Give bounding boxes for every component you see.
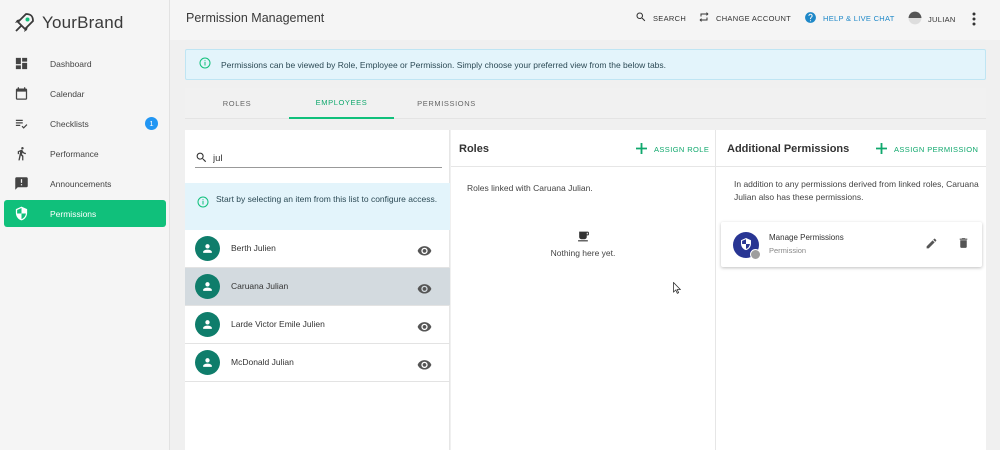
more-options-icon[interactable]: [972, 12, 976, 31]
sidebar-item-checklists[interactable]: Checklists 1: [4, 110, 166, 137]
employee-name: Berth Julien: [231, 243, 276, 253]
swap-icon: [698, 11, 716, 25]
page-title: Permission Management: [186, 11, 325, 25]
sidebar-item-label: Performance: [50, 148, 99, 159]
tab-employees[interactable]: EMPLOYEES: [289, 88, 394, 119]
sidebar-item-label: Announcements: [50, 178, 112, 189]
coffee-icon: [451, 230, 715, 243]
eye-icon[interactable]: [417, 243, 432, 261]
top-header: Permission Management SEARCH CHANGE ACCO…: [170, 0, 1000, 40]
selection-hint-text: Start by selecting an item from this lis…: [216, 194, 438, 204]
assign-role-button[interactable]: ASSIGN ROLE: [636, 143, 709, 156]
info-banner-text: Permissions can be viewed by Role, Emplo…: [221, 59, 667, 70]
dashboard-icon: [14, 56, 29, 71]
help-live-chat-button[interactable]: HELP & LIVE CHAT: [804, 11, 895, 26]
list-item[interactable]: Larde Victor Emile Julien: [185, 306, 450, 344]
sidebar: YourBrand Dashboard Calendar Checklists …: [0, 0, 170, 450]
additional-permissions-description: In addition to any permissions derived f…: [734, 179, 979, 202]
permission-type: Permission: [769, 246, 807, 255]
view-tabs: ROLES EMPLOYEES PERMISSIONS: [185, 88, 986, 119]
search-icon: [196, 152, 207, 163]
announcement-icon: [14, 176, 29, 191]
roles-empty-state: Nothing here yet.: [451, 230, 715, 258]
person-avatar-icon: [195, 312, 220, 337]
roles-title: Roles: [459, 143, 489, 155]
eye-icon[interactable]: [417, 357, 432, 375]
user-name: JULIAN: [928, 14, 956, 24]
eye-icon[interactable]: [417, 281, 432, 299]
eye-icon[interactable]: [417, 319, 432, 337]
edit-icon[interactable]: [925, 237, 938, 255]
permission-name: Manage Permissions: [769, 233, 844, 242]
change-account-button[interactable]: CHANGE ACCOUNT: [698, 11, 791, 25]
info-banner: Permissions can be viewed by Role, Emplo…: [185, 49, 986, 80]
assign-permission-label: ASSIGN PERMISSION: [894, 145, 979, 154]
sidebar-nav: Dashboard Calendar Checklists 1 Performa…: [0, 50, 170, 230]
person-avatar-icon: [195, 274, 220, 299]
shield-icon: [14, 206, 29, 221]
plus-icon: [636, 143, 654, 156]
globe-icon: [750, 249, 761, 260]
help-icon: [804, 11, 823, 26]
permission-card: Manage Permissions Permission: [721, 222, 982, 267]
tab-roles[interactable]: ROLES: [185, 88, 289, 119]
mouse-pointer-icon: [673, 281, 682, 299]
user-menu[interactable]: JULIAN: [908, 11, 956, 27]
brand-logo[interactable]: YourBrand: [12, 10, 124, 36]
sidebar-item-announcements[interactable]: Announcements: [4, 170, 166, 197]
change-account-label: CHANGE ACCOUNT: [716, 13, 792, 23]
running-icon: [14, 146, 29, 161]
checklist-icon: [14, 116, 29, 131]
employee-search: [195, 148, 442, 168]
plus-icon: [876, 143, 894, 156]
sidebar-item-calendar[interactable]: Calendar: [4, 80, 166, 107]
additional-permissions-header: Additional Permissions ASSIGN PERMISSION: [716, 130, 986, 167]
employee-list: Berth Julien Caruana Julian Larde Victor…: [185, 230, 450, 382]
sidebar-item-label: Dashboard: [50, 58, 92, 69]
sidebar-item-label: Permissions: [50, 208, 97, 219]
calendar-icon: [14, 86, 29, 101]
sidebar-item-permissions[interactable]: Permissions: [4, 200, 166, 227]
info-icon: [199, 56, 211, 74]
empty-state-text: Nothing here yet.: [550, 248, 616, 258]
roles-panel-header: Roles ASSIGN ROLE: [451, 130, 715, 167]
assign-role-label: ASSIGN ROLE: [654, 145, 710, 154]
info-icon: [197, 195, 209, 213]
employee-name: Larde Victor Emile Julien: [231, 319, 325, 329]
employee-name: McDonald Julian: [231, 357, 294, 367]
employee-name: Caruana Julian: [231, 281, 289, 291]
sidebar-item-performance[interactable]: Performance: [4, 140, 166, 167]
person-avatar-icon: [195, 350, 220, 375]
permission-shield-icon: [733, 232, 761, 260]
search-icon: [635, 11, 653, 25]
tab-permissions[interactable]: PERMISSIONS: [394, 88, 499, 119]
sidebar-item-label: Checklists: [50, 118, 89, 129]
employee-search-input[interactable]: [213, 150, 433, 166]
rocket-icon: [12, 11, 36, 35]
help-label: HELP & LIVE CHAT: [823, 14, 895, 23]
brand-name: YourBrand: [42, 13, 124, 32]
sidebar-item-label: Calendar: [50, 88, 85, 99]
delete-icon[interactable]: [957, 236, 970, 255]
search-button[interactable]: SEARCH: [635, 11, 686, 25]
list-item[interactable]: Berth Julien: [185, 230, 450, 268]
roles-linked-text: Roles linked with Caruana Julian.: [467, 183, 593, 193]
selection-hint: Start by selecting an item from this lis…: [185, 183, 450, 230]
additional-permissions-panel: Additional Permissions ASSIGN PERMISSION…: [715, 130, 986, 450]
user-avatar: [908, 11, 928, 27]
list-item[interactable]: Caruana Julian: [185, 268, 450, 306]
checklists-count-badge: 1: [145, 117, 158, 130]
additional-permissions-title: Additional Permissions: [727, 143, 850, 155]
employees-panel: Start by selecting an item from this lis…: [185, 130, 450, 450]
person-avatar-icon: [195, 236, 220, 261]
list-item[interactable]: McDonald Julian: [185, 344, 450, 382]
search-label: SEARCH: [653, 13, 687, 23]
assign-permission-button[interactable]: ASSIGN PERMISSION: [876, 143, 978, 156]
sidebar-item-dashboard[interactable]: Dashboard: [4, 50, 166, 77]
